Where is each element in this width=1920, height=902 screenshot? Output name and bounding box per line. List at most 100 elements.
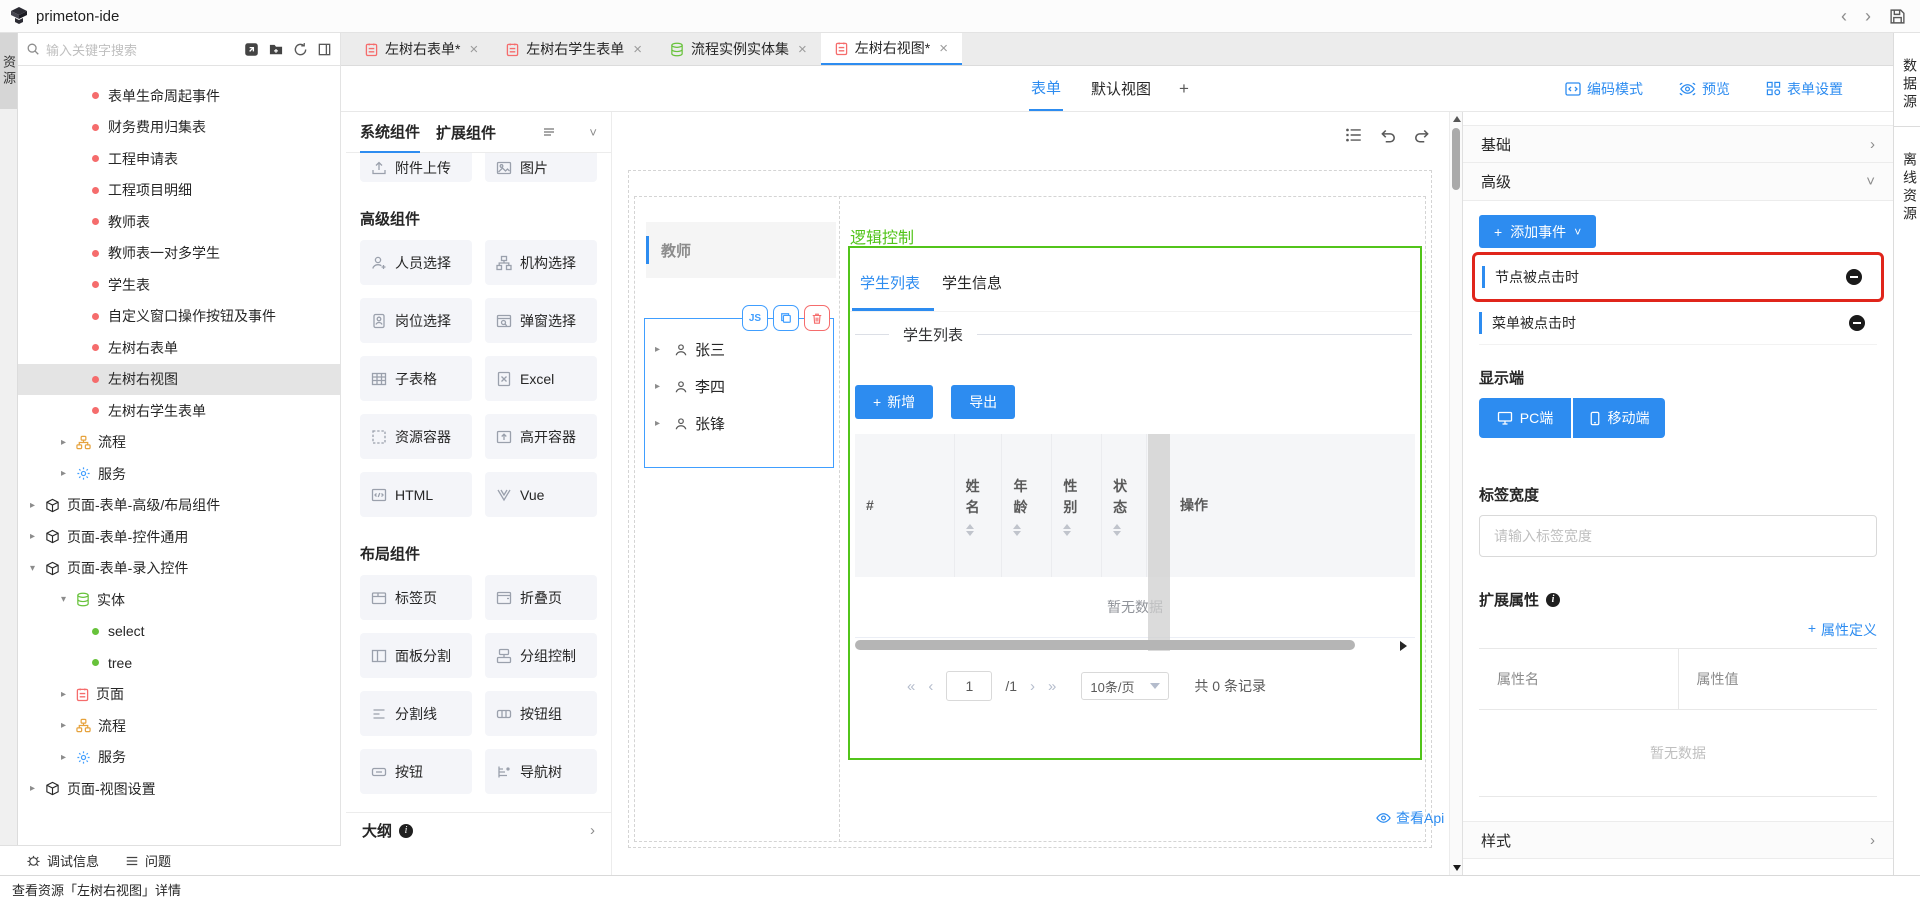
sidebar-item[interactable]: 教师表 — [18, 206, 340, 238]
caret-right-icon[interactable]: ▸ — [655, 344, 667, 355]
sidebar-item[interactable]: ▸服务 — [18, 742, 340, 774]
page-size-select[interactable]: 10条/页 — [1081, 672, 1169, 700]
caret-right-icon[interactable]: ▸ — [30, 783, 45, 794]
palette-item[interactable]: 按钮 — [360, 749, 472, 794]
h-scroll-thumb[interactable] — [855, 640, 1355, 650]
section-advanced[interactable]: 高级 ˅ — [1463, 163, 1893, 201]
section-style[interactable]: 样式 › — [1463, 821, 1893, 859]
column-header[interactable]: 姓名 — [955, 434, 1003, 577]
column-header[interactable]: 状态 — [1102, 434, 1147, 577]
sidebar-item[interactable]: 教师表一对多学生 — [18, 238, 340, 270]
logic-container[interactable]: 学生列表学生信息 学生列表 +新增导出 #姓名年龄性别状态操作 暂无数据 « ‹ — [848, 246, 1422, 760]
close-icon[interactable]: × — [469, 41, 478, 58]
outline-tree-icon[interactable] — [1345, 126, 1363, 144]
palette-item[interactable]: 机构选择 — [485, 240, 597, 285]
sidebar-item[interactable]: 左树右视图 — [18, 364, 340, 396]
header-action-form-settings[interactable]: 表单设置 — [1766, 79, 1843, 99]
import-resource-icon[interactable] — [244, 42, 259, 57]
sidebar-item[interactable]: 左树右表单 — [18, 332, 340, 364]
refresh-icon[interactable] — [293, 42, 308, 57]
new-folder-icon[interactable] — [268, 42, 284, 57]
delete-button[interactable] — [804, 305, 830, 331]
palette-item[interactable]: 面板分割 — [360, 633, 472, 678]
header-action-preview[interactable]: 预览 — [1679, 79, 1730, 99]
tree-widget-selected[interactable]: ▸张三▸李四▸张锋 — [644, 318, 834, 468]
add-event-button[interactable]: + 添加事件 ˅ — [1479, 215, 1596, 248]
first-page-button[interactable]: « — [907, 678, 915, 695]
caret-right-icon[interactable]: ▸ — [655, 418, 667, 429]
sidebar-item[interactable]: tree — [18, 647, 340, 679]
caret-right-icon[interactable]: ▸ — [30, 531, 45, 542]
js-script-button[interactable]: JS — [742, 305, 768, 331]
nav-back-icon[interactable]: ‹ — [1841, 7, 1847, 25]
sidebar-item[interactable]: ▸页面 — [18, 679, 340, 711]
header-action-code[interactable]: 编码模式 — [1565, 79, 1643, 99]
grid-h-scrollbar[interactable] — [855, 638, 1415, 653]
palette-item[interactable]: 按钮组 — [485, 691, 597, 736]
last-page-button[interactable]: » — [1048, 678, 1056, 695]
right-rail-tab[interactable]: 数据源 — [1894, 33, 1920, 127]
palette-item[interactable]: HTML — [360, 472, 472, 517]
sidebar-item[interactable]: 工程申请表 — [18, 143, 340, 175]
palette-menu-icon[interactable] — [543, 126, 555, 138]
palette-item[interactable]: 岗位选择 — [360, 298, 472, 343]
sort-icon[interactable] — [966, 524, 1002, 536]
tree-title-widget[interactable]: 教师 — [646, 222, 836, 278]
nav-forward-icon[interactable]: › — [1865, 7, 1871, 25]
save-icon[interactable] — [1889, 8, 1906, 25]
caret-right-icon[interactable]: ▸ — [61, 752, 76, 763]
palette-tab[interactable]: 扩展组件 — [436, 113, 496, 152]
palette-tab[interactable]: 系统组件 — [360, 112, 420, 153]
sidebar-item[interactable]: ▸页面-视图设置 — [18, 773, 340, 805]
sidebar-item[interactable]: ▸页面-表单-高级/布局组件 — [18, 490, 340, 522]
caret-right-icon[interactable]: ▸ — [61, 468, 76, 479]
add-row-button[interactable]: +新增 — [855, 385, 933, 419]
palette-item[interactable]: 资源容器 — [360, 414, 472, 459]
sort-icon[interactable] — [1013, 524, 1051, 536]
sidebar-item[interactable]: ▸服务 — [18, 458, 340, 490]
right-rail-tab[interactable]: 离线资源 — [1894, 127, 1920, 237]
column-header[interactable]: 性别 — [1052, 434, 1102, 577]
palette-item[interactable]: 子表格 — [360, 356, 472, 401]
label-width-input[interactable]: 请输入标签宽度 — [1479, 515, 1877, 557]
palette-item[interactable]: 弹窗选择 — [485, 298, 597, 343]
close-icon[interactable]: × — [633, 41, 642, 58]
scroll-up-icon[interactable] — [1453, 116, 1461, 122]
caret-down-icon[interactable]: ▾ — [61, 594, 76, 605]
doc-tab[interactable]: 左树右学生表单× — [492, 33, 656, 65]
issues-button[interactable]: 问题 — [125, 851, 171, 870]
sidebar-item[interactable]: 表单生命周起事件 — [18, 80, 340, 112]
canvas-scrollbar[interactable] — [1449, 112, 1462, 875]
tree-node[interactable]: ▸张三 — [645, 331, 833, 368]
define-property-link[interactable]: + 属性定义 — [1479, 620, 1877, 640]
column-header[interactable]: 操作 — [1147, 434, 1415, 577]
palette-item[interactable]: 附件上传 — [360, 153, 472, 182]
sidebar-item[interactable]: select — [18, 616, 340, 648]
next-page-button[interactable]: › — [1030, 678, 1035, 695]
palette-item[interactable]: 分割线 — [360, 691, 472, 736]
palette-item[interactable]: 图片 — [485, 153, 597, 182]
palette-collapse-icon[interactable]: ˅ — [589, 125, 597, 140]
sidebar-item[interactable]: 财务费用归集表 — [18, 112, 340, 144]
remove-event-icon[interactable] — [1846, 269, 1862, 285]
display-pc-button[interactable]: PC端 — [1479, 398, 1571, 438]
collapse-panel-icon[interactable] — [317, 42, 332, 57]
doc-tab[interactable]: 左树右表单*× — [351, 33, 492, 65]
caret-right-icon[interactable]: ▸ — [61, 720, 76, 731]
grid-tab[interactable]: 学生信息 — [934, 272, 1016, 311]
event-item[interactable]: 菜单被点击时 — [1479, 302, 1877, 345]
sort-icon[interactable] — [1113, 524, 1146, 536]
view-tab-form[interactable]: 表单 — [1029, 66, 1063, 111]
v-scroll-thumb[interactable] — [1452, 128, 1460, 190]
outline-footer[interactable]: 大纲 i › — [346, 812, 611, 848]
sidebar-item[interactable]: ▾实体 — [18, 584, 340, 616]
copy-button[interactable] — [773, 305, 799, 331]
undo-icon[interactable] — [1379, 126, 1397, 144]
prev-page-button[interactable]: ‹ — [928, 678, 933, 695]
doc-tab[interactable]: 流程实例实体集× — [656, 33, 821, 65]
palette-item[interactable]: 标签页 — [360, 575, 472, 620]
sidebar-item[interactable]: ▾页面-表单-录入控件 — [18, 553, 340, 585]
caret-right-icon[interactable]: ▸ — [61, 689, 76, 700]
close-icon[interactable]: × — [939, 40, 948, 57]
palette-item[interactable]: Excel — [485, 356, 597, 401]
